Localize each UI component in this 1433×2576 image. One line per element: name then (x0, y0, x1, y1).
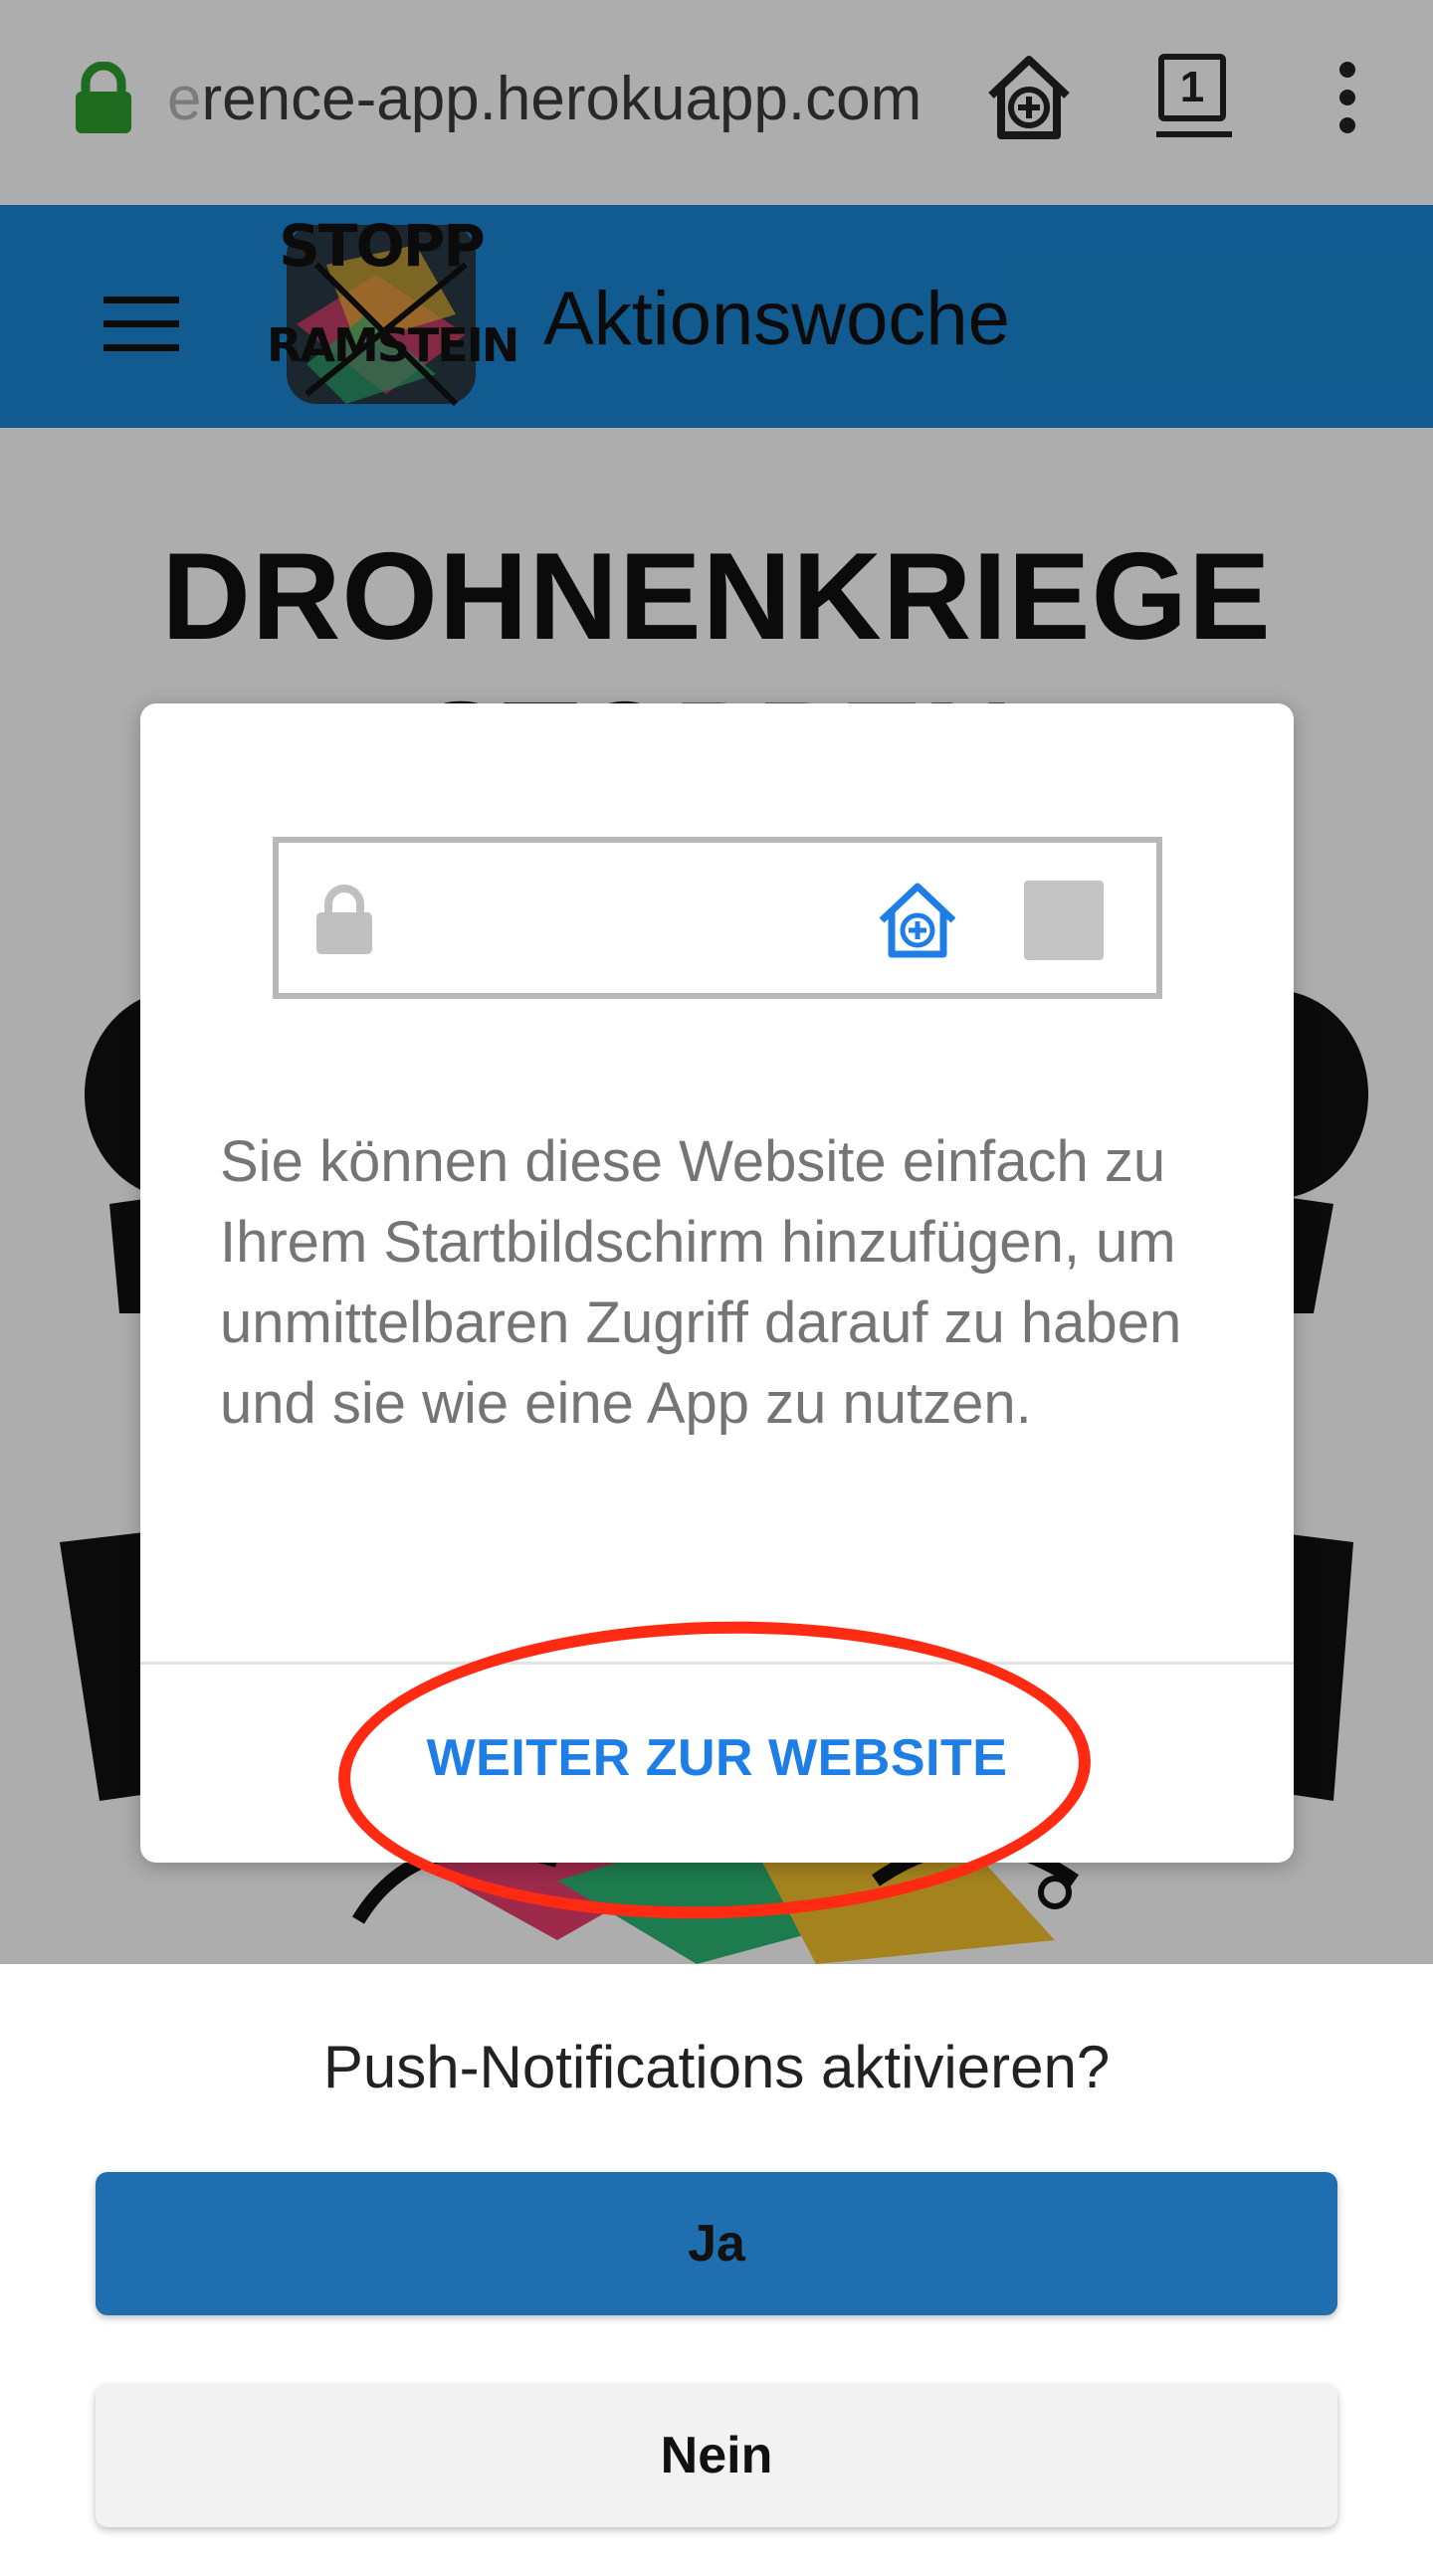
add-to-home-icon (879, 883, 956, 958)
no-button[interactable]: Nein (96, 2384, 1337, 2527)
illustration-address-bar (273, 837, 1162, 999)
push-prompt-title: Push-Notifications aktivieren? (322, 2034, 1111, 2100)
lock-icon (316, 885, 372, 954)
dialog-message: Sie können diese Website einfach zu Ihre… (220, 1129, 1182, 1436)
tabs-icon (1024, 881, 1104, 960)
push-notification-prompt: Push-Notifications aktivieren? Ja Nein (0, 1964, 1433, 2576)
yes-button[interactable]: Ja (96, 2172, 1337, 2315)
